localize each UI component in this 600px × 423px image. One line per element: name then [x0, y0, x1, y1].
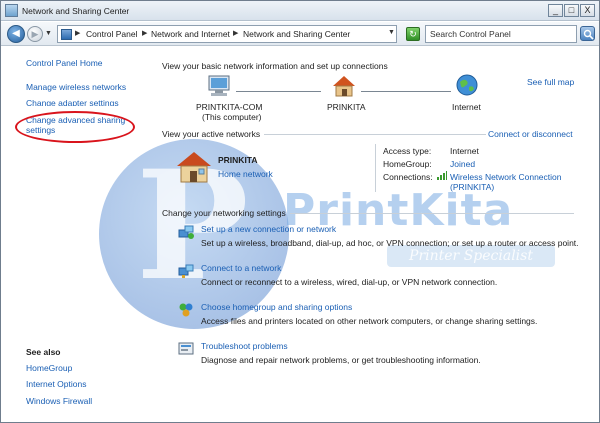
windows-firewall-link[interactable]: Windows Firewall	[26, 396, 92, 406]
connections-label: Connections:	[383, 172, 433, 182]
chevron-right-icon[interactable]: ▶	[233, 29, 238, 37]
see-full-map-link[interactable]: See full map	[527, 77, 574, 87]
network-name: PRINKITA	[218, 155, 258, 165]
homegroup-options-desc: Access files and printers located on oth…	[201, 316, 538, 326]
see-also-heading: See also	[26, 347, 61, 357]
chevron-right-icon[interactable]: ▶	[75, 29, 80, 37]
computer-name-label: PRINTKITA-COM	[196, 102, 263, 112]
close-button[interactable]: X	[580, 4, 595, 17]
home-network-large-icon	[177, 152, 211, 183]
highlight-oval	[15, 111, 135, 143]
change-adapter-settings-link[interactable]: Change adapter settings	[26, 98, 119, 106]
change-settings-heading: Change your networking settings	[162, 208, 286, 218]
wireless-signal-icon	[437, 171, 447, 180]
vertical-divider	[375, 144, 376, 192]
section-divider	[290, 213, 574, 214]
breadcrumb-control-panel[interactable]: Control Panel	[86, 29, 138, 39]
control-panel-home-link[interactable]: Control Panel Home	[26, 58, 103, 68]
connect-disconnect-link[interactable]: Connect or disconnect	[488, 129, 573, 139]
back-button[interactable]: ◀	[7, 25, 25, 43]
manage-wireless-networks-link[interactable]: Manage wireless networks	[26, 82, 126, 92]
connect-network-icon[interactable]	[178, 263, 194, 279]
refresh-button[interactable]: ↻	[406, 27, 420, 41]
connect-network-link[interactable]: Connect to a network	[201, 263, 281, 273]
basic-info-heading: View your basic network information and …	[162, 61, 388, 71]
home-network-icon[interactable]	[332, 75, 356, 97]
connect-network-desc: Connect or reconnect to a wireless, wire…	[201, 277, 498, 287]
access-type-label: Access type:	[383, 146, 432, 156]
control-panel-icon	[61, 29, 72, 40]
computer-sub-label: (This computer)	[202, 112, 262, 122]
computer-icon[interactable]	[206, 75, 232, 97]
search-icon[interactable]	[580, 26, 595, 41]
maximize-button[interactable]: □	[564, 4, 579, 17]
network-node-label: PRINKITA	[327, 102, 366, 112]
address-field[interactable]: ▶ Control Panel ▶ Network and Internet ▶…	[57, 25, 397, 43]
troubleshoot-link[interactable]: Troubleshoot problems	[201, 341, 288, 351]
window: Network and Sharing Center _ □ X ◀ ▶ ▼ ▶…	[0, 0, 600, 423]
troubleshoot-desc: Diagnose and repair network problems, or…	[201, 355, 481, 365]
minimize-button[interactable]: _	[548, 4, 563, 17]
main-content: View your basic network information and …	[156, 47, 596, 422]
internet-globe-icon[interactable]	[456, 74, 478, 96]
homegroup-label: HomeGroup:	[383, 159, 432, 169]
wireless-connection-sub[interactable]: (PRINKITA)	[450, 182, 494, 192]
title-bar[interactable]: Network and Sharing Center _ □ X	[1, 1, 599, 21]
search-input[interactable]: Search Control Panel	[425, 25, 577, 43]
forward-button[interactable]: ▶	[27, 26, 43, 42]
homegroup-icon[interactable]	[178, 302, 194, 318]
breadcrumb-network-internet[interactable]: Network and Internet	[151, 29, 230, 39]
address-bar: ◀ ▶ ▼ ▶ Control Panel ▶ Network and Inte…	[1, 22, 599, 46]
address-dropdown-icon[interactable]: ▼	[388, 29, 395, 36]
homegroup-link[interactable]: HomeGroup	[26, 363, 72, 373]
section-divider	[264, 134, 486, 135]
access-type-value: Internet	[450, 146, 479, 156]
network-center-icon	[5, 4, 18, 17]
internet-options-link[interactable]: Internet Options	[26, 379, 86, 389]
setup-connection-link[interactable]: Set up a new connection or network	[201, 224, 336, 234]
recent-pages-chevron-icon[interactable]: ▼	[45, 30, 52, 37]
network-type-link[interactable]: Home network	[218, 169, 273, 179]
wireless-connection-link[interactable]: Wireless Network Connection	[450, 172, 561, 182]
connection-line	[361, 91, 451, 92]
active-networks-heading: View your active networks	[162, 129, 261, 139]
setup-connection-desc: Set up a wireless, broadband, dial-up, a…	[201, 238, 579, 248]
chevron-right-icon[interactable]: ▶	[142, 29, 147, 37]
homegroup-options-link[interactable]: Choose homegroup and sharing options	[201, 302, 352, 312]
connection-line	[236, 91, 321, 92]
troubleshoot-icon[interactable]	[178, 341, 194, 357]
window-title: Network and Sharing Center	[22, 6, 130, 16]
homegroup-status-link[interactable]: Joined	[450, 159, 475, 169]
left-navigation: Control Panel Home Manage wireless netwo…	[1, 47, 151, 422]
internet-node-label: Internet	[452, 102, 481, 112]
new-connection-icon[interactable]	[178, 224, 194, 240]
breadcrumb-network-sharing[interactable]: Network and Sharing Center	[243, 29, 350, 39]
